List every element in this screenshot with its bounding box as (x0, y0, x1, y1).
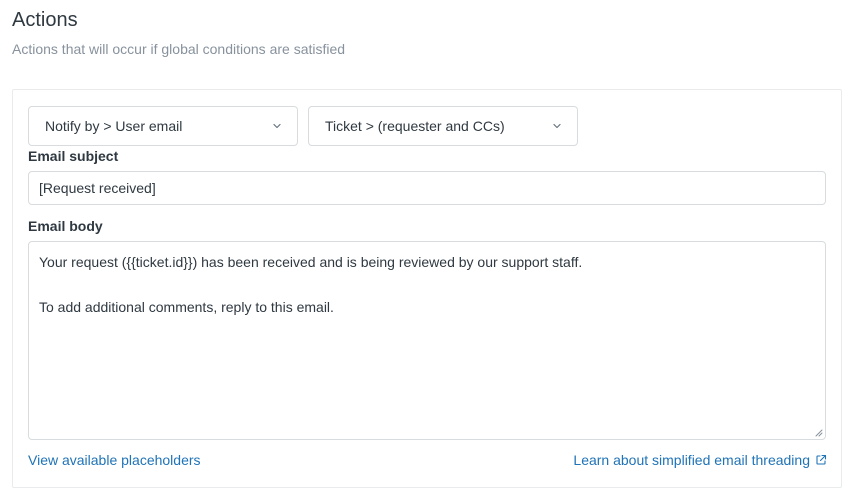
actions-page: Actions Actions that will occur if globa… (0, 0, 855, 493)
action-target-select[interactable]: Ticket > (requester and CCs) (308, 106, 578, 146)
action-panel: Notify by > User email Ticket > (request… (12, 89, 842, 488)
chevron-down-icon (273, 123, 281, 129)
email-subject-input[interactable]: [Request received] (28, 171, 826, 205)
email-body-line (39, 274, 815, 297)
email-body-line: To add additional comments, reply to thi… (39, 299, 334, 315)
section-title: Actions (12, 9, 78, 31)
external-link-icon (816, 454, 827, 465)
section-subtitle: Actions that will occur if global condit… (12, 41, 346, 57)
email-body-textarea[interactable]: Your request ({{ticket.id}}) has been re… (28, 241, 826, 440)
email-body-label: Email body (28, 218, 103, 234)
email-body-line: Your request ({{ticket.id}}) has been re… (39, 254, 583, 270)
email-threading-link[interactable]: Learn about simplified email threading (573, 451, 827, 469)
email-threading-link-label: Learn about simplified email threading (573, 452, 810, 468)
resize-grip-icon[interactable] (813, 427, 823, 437)
view-placeholders-link[interactable]: View available placeholders (28, 451, 201, 469)
email-subject-label: Email subject (28, 148, 119, 164)
action-type-select[interactable]: Notify by > User email (28, 106, 298, 146)
action-type-value: Notify by > User email (45, 118, 183, 134)
action-target-value: Ticket > (requester and CCs) (325, 118, 505, 134)
chevron-down-icon (553, 123, 561, 129)
